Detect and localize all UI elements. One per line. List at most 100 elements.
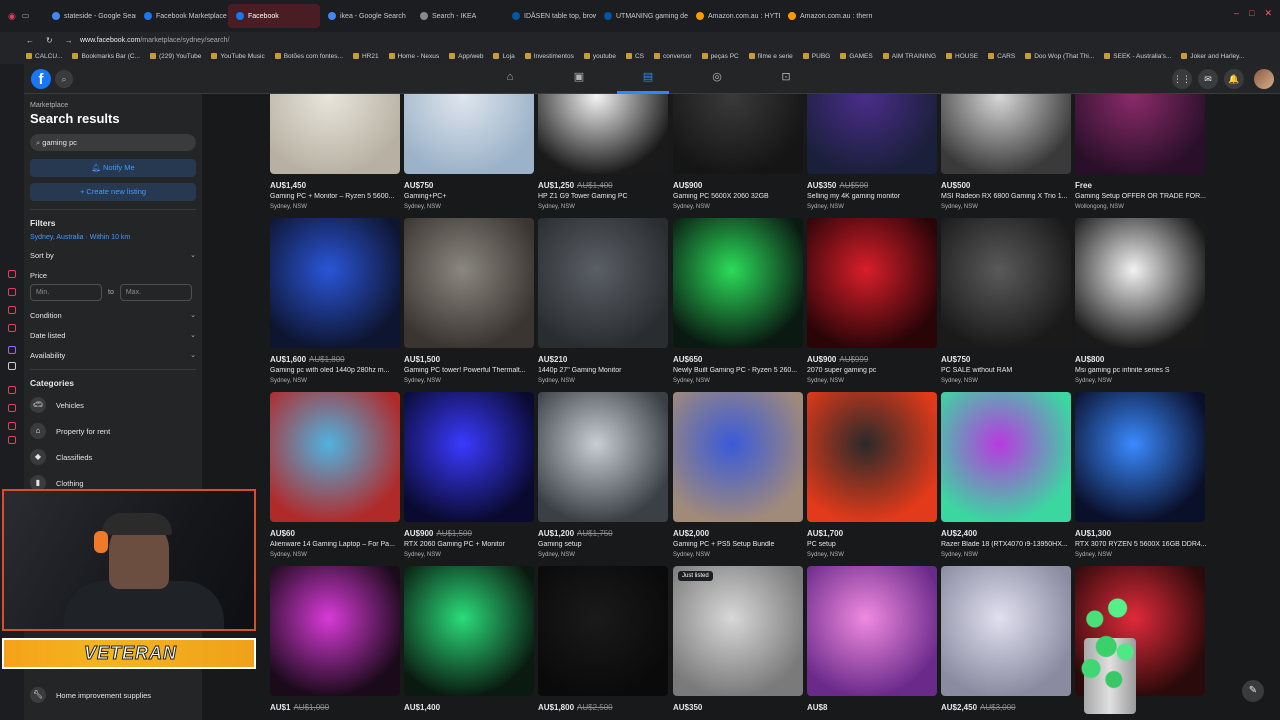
bookmark-item[interactable]: CALCU... bbox=[26, 53, 62, 60]
bookmark-item[interactable]: YouTube Music bbox=[211, 53, 265, 60]
listing-image[interactable] bbox=[807, 94, 937, 174]
browser-tab[interactable]: Amazon.com.au : HYTE H bbox=[688, 4, 780, 28]
bookmark-item[interactable]: HR21 bbox=[352, 53, 379, 60]
reload-icon[interactable]: ↻ bbox=[46, 36, 53, 45]
listing-title[interactable]: MSI Radeon RX 6800 Gaming X Trio 1... bbox=[941, 193, 1075, 200]
bookmark-item[interactable]: SEEK - Australia's... bbox=[1104, 53, 1171, 60]
listing-image[interactable] bbox=[1075, 392, 1205, 522]
side-panel-icon[interactable] bbox=[8, 270, 16, 278]
close-window-icon[interactable]: ✕ bbox=[1264, 8, 1272, 19]
side-panel-icon[interactable] bbox=[8, 436, 16, 444]
listing-image[interactable] bbox=[538, 392, 668, 522]
bookmark-item[interactable]: Investimentos bbox=[524, 53, 574, 60]
gaming-icon[interactable]: ⊡ bbox=[779, 70, 793, 84]
x-icon[interactable] bbox=[8, 362, 16, 370]
facebook-logo-icon[interactable]: f bbox=[31, 69, 51, 89]
browser-tab[interactable]: Facebook Marketplace | Fa bbox=[136, 4, 228, 28]
listing-image[interactable] bbox=[807, 218, 937, 348]
listing-image[interactable] bbox=[673, 392, 803, 522]
listing-title[interactable]: Razer Blade 18 (RTX4070 i9-13950HX... bbox=[941, 541, 1075, 548]
bookmark-item[interactable]: PUBG bbox=[802, 53, 830, 60]
listing-title[interactable]: PC SALE without RAM bbox=[941, 367, 1075, 374]
breadcrumb[interactable]: Marketplace bbox=[30, 102, 196, 109]
twitch-icon[interactable] bbox=[8, 346, 16, 354]
availability-dropdown[interactable]: Availability ⌄ bbox=[30, 349, 196, 361]
listing-title[interactable]: RTX 3070 RYZEN 5 5600X 16GB DDR4... bbox=[1075, 541, 1209, 548]
category-classifieds[interactable]: ◆ Classifieds bbox=[30, 448, 196, 466]
video-icon[interactable]: ▣ bbox=[572, 70, 586, 84]
listing-image[interactable] bbox=[538, 94, 668, 174]
listing-image[interactable] bbox=[404, 392, 534, 522]
bookmark-item[interactable]: Botões com fontes... bbox=[274, 53, 343, 60]
menu-grid-icon[interactable]: ⋮⋮ bbox=[1172, 69, 1192, 89]
sort-by-dropdown[interactable]: Sort by ⌄ bbox=[30, 249, 196, 261]
maximize-icon[interactable]: □ bbox=[1249, 8, 1254, 19]
listing-image[interactable] bbox=[673, 94, 803, 174]
listing-title[interactable]: 2070 super gaming pc bbox=[807, 367, 941, 374]
minimize-icon[interactable]: – bbox=[1234, 8, 1239, 19]
browser-tab[interactable]: stateside - Google Search bbox=[44, 4, 136, 28]
bookmark-item[interactable]: CARS bbox=[988, 53, 1015, 60]
listing-image[interactable] bbox=[538, 218, 668, 348]
listing-title[interactable]: Gaming PC + PS5 Setup Bundle bbox=[673, 541, 807, 548]
back-icon[interactable]: ← bbox=[26, 36, 34, 45]
listing-image[interactable] bbox=[538, 566, 668, 696]
avatar[interactable] bbox=[1254, 69, 1274, 89]
listing-image[interactable] bbox=[941, 218, 1071, 348]
listing-title[interactable]: Gaming pc with oled 1440p 280hz m... bbox=[270, 367, 404, 374]
forward-icon[interactable]: → bbox=[65, 36, 73, 45]
listing-title[interactable]: PC setup bbox=[807, 541, 941, 548]
listing-image[interactable] bbox=[270, 392, 400, 522]
category-vehicles[interactable]: 🚗︎ Vehicles bbox=[30, 396, 196, 414]
search-input[interactable]: ⌕ gaming pc bbox=[30, 134, 196, 151]
listing-image[interactable] bbox=[941, 392, 1071, 522]
listing-title[interactable]: Gaming setup bbox=[538, 541, 672, 548]
home-icon[interactable]: ⌂ bbox=[503, 70, 517, 84]
listing-title[interactable]: Alienware 14 Gaming Laptop – For Pa... bbox=[270, 541, 404, 548]
condition-dropdown[interactable]: Condition ⌄ bbox=[30, 309, 196, 321]
listing-title[interactable]: HP Z1 G9 Tower Gaming PC bbox=[538, 193, 672, 200]
listing-image[interactable] bbox=[404, 218, 534, 348]
listing-image[interactable] bbox=[404, 566, 534, 696]
listing-title[interactable]: Gaming PC 5600X 2060 32GB bbox=[673, 193, 807, 200]
bookmark-item[interactable]: peças PC bbox=[701, 53, 739, 60]
listing-title[interactable]: RTX 2060 Gaming PC + Monitor bbox=[404, 541, 538, 548]
listing-title[interactable]: 1440p 27" Gaming Monitor bbox=[538, 367, 672, 374]
notifications-icon[interactable]: 🔔 bbox=[1224, 69, 1244, 89]
listing-image[interactable] bbox=[270, 94, 400, 174]
listing-image[interactable] bbox=[270, 566, 400, 696]
side-panel-icon[interactable] bbox=[8, 386, 16, 394]
category-property-for-rent[interactable]: ⌂ Property for rent bbox=[30, 422, 196, 440]
side-panel-icon[interactable] bbox=[8, 288, 16, 296]
listing-image[interactable] bbox=[404, 94, 534, 174]
bookmark-item[interactable]: Bookmarks Bar (C... bbox=[72, 53, 140, 60]
url-field[interactable]: www.facebook.com/marketplace/sydney/sear… bbox=[80, 37, 229, 44]
bookmark-item[interactable]: conversor bbox=[654, 53, 692, 60]
min-price-input[interactable]: Min. bbox=[30, 284, 102, 301]
side-panel-icon[interactable] bbox=[8, 404, 16, 412]
browser-tab[interactable]: UTMANING gaming desk bbox=[596, 4, 688, 28]
listing-title[interactable]: Newly Built Gaming PC - Ryzen 5 260... bbox=[673, 367, 807, 374]
bookmark-item[interactable]: Doo Wop (That Thi... bbox=[1025, 53, 1094, 60]
browser-tab[interactable]: Search - IKEA bbox=[412, 4, 504, 28]
bookmark-item[interactable]: App/web bbox=[449, 53, 483, 60]
sidebar-toggle-icon[interactable]: ▭ bbox=[22, 11, 30, 22]
browser-menu-icon[interactable]: ◉ bbox=[8, 11, 16, 22]
bookmark-item[interactable]: CS bbox=[625, 53, 644, 60]
bookmark-item[interactable]: HOUSE bbox=[946, 53, 978, 60]
listing-image[interactable]: Just listed bbox=[673, 566, 803, 696]
bookmark-item[interactable]: GAMES bbox=[840, 53, 873, 60]
listing-title[interactable]: Msi gaming pc infinite series S bbox=[1075, 367, 1209, 374]
marketplace-icon[interactable]: ▤ bbox=[641, 70, 655, 84]
browser-tab[interactable]: Amazon.com.au : thermalt bbox=[780, 4, 872, 28]
listing-image[interactable] bbox=[1075, 218, 1205, 348]
max-price-input[interactable]: Max. bbox=[119, 284, 192, 301]
bookmark-item[interactable]: Loja bbox=[493, 53, 515, 60]
bookmark-item[interactable]: youtube bbox=[583, 53, 616, 60]
browser-tab[interactable]: Facebook bbox=[228, 4, 320, 28]
listing-image[interactable] bbox=[1075, 94, 1205, 174]
notify-me-button[interactable]: 🔔︎ Notify Me bbox=[30, 159, 196, 177]
compose-icon[interactable]: ✎ bbox=[1242, 680, 1264, 702]
listing-image[interactable] bbox=[807, 392, 937, 522]
search-icon[interactable]: ⌕ bbox=[55, 70, 73, 88]
